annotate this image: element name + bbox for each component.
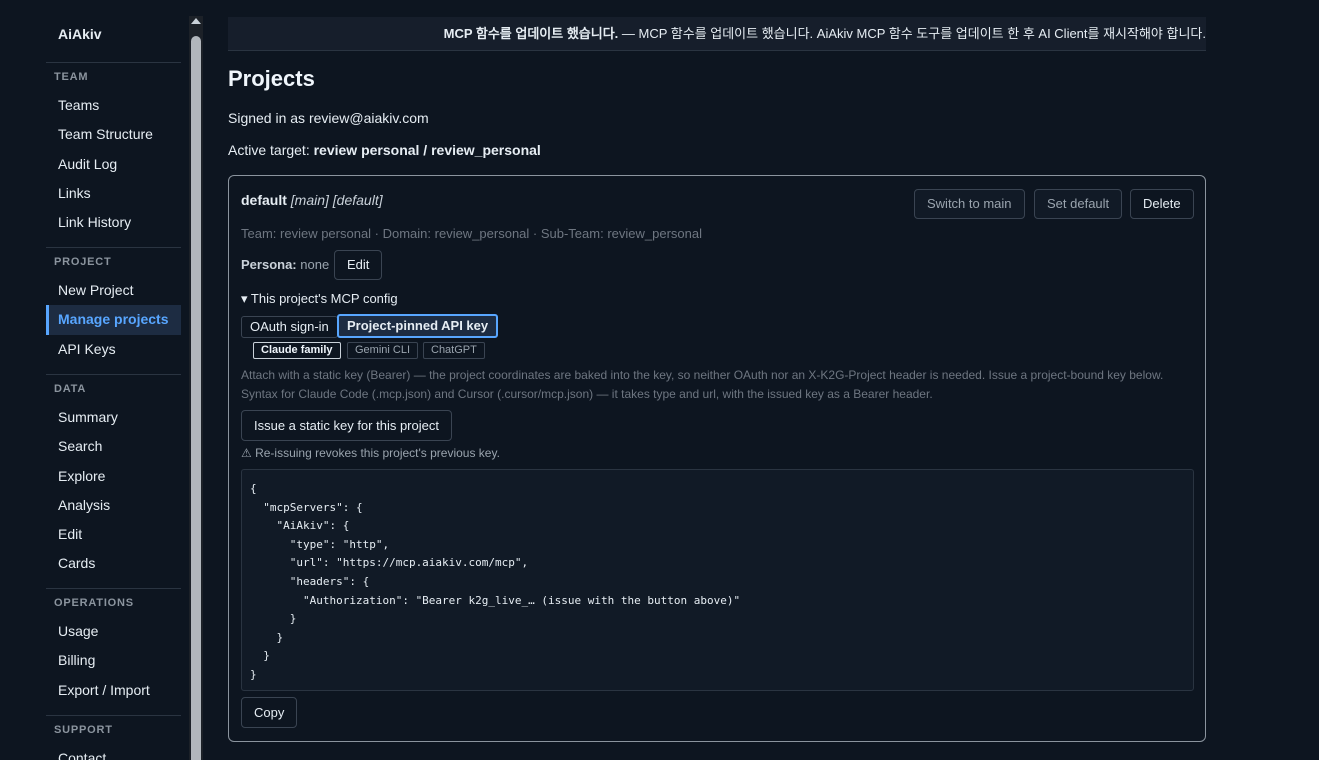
- sidebar-group-title: TEAM: [54, 71, 89, 83]
- banner-bold-text: MCP 함수를 업데이트 했습니다.: [443, 26, 619, 41]
- sidebar-group-team: TEAM Teams Team Structure Audit Log Link…: [46, 62, 181, 237]
- sidebar-item-new-project[interactable]: New Project: [46, 276, 181, 305]
- reissue-warning: ⚠ Re-issuing revokes this project's prev…: [241, 446, 500, 460]
- persona-edit-button[interactable]: Edit: [334, 250, 383, 280]
- signed-in-text: Signed in as review@aiakiv.com: [228, 110, 429, 126]
- update-banner: MCP 함수를 업데이트 했습니다. — MCP 함수를 업데이트 했습니다. …: [228, 17, 1206, 51]
- sidebar-group-title: PROJECT: [54, 256, 112, 268]
- sidebar-group-support: SUPPORT Contact: [46, 715, 181, 760]
- mcp-config-code-block[interactable]: { "mcpServers": { "AiAkiv": { "type": "h…: [241, 469, 1194, 691]
- sidebar: AiAkiv TEAM Teams Team Structure Audit L…: [46, 16, 181, 760]
- sidebar-item-team-structure[interactable]: Team Structure: [46, 120, 181, 149]
- active-target-value: review personal / review_personal: [313, 142, 541, 158]
- project-header: default [main] [default]: [241, 192, 383, 208]
- issue-static-key-button[interactable]: Issue a static key for this project: [241, 410, 452, 441]
- sidebar-group-title: OPERATIONS: [54, 597, 134, 609]
- sidebar-item-search[interactable]: Search: [46, 432, 181, 461]
- sidebar-group-title: DATA: [54, 383, 87, 395]
- subtab-claude-family[interactable]: Claude family: [253, 342, 341, 359]
- project-meta: Team: review personal · Domain: review_p…: [241, 226, 702, 241]
- sidebar-item-export-import[interactable]: Export / Import: [46, 676, 181, 705]
- scroll-up-arrow-icon[interactable]: [191, 18, 201, 24]
- sidebar-item-audit-log[interactable]: Audit Log: [46, 150, 181, 179]
- project-tags: [main] [default]: [290, 192, 383, 208]
- tab-oauth-sign-in[interactable]: OAuth sign-in: [241, 316, 338, 338]
- sidebar-item-usage[interactable]: Usage: [46, 617, 181, 646]
- set-default-button[interactable]: Set default: [1034, 189, 1123, 219]
- project-name: default: [241, 192, 287, 208]
- sidebar-group-title: SUPPORT: [54, 724, 113, 736]
- banner-text: — MCP 함수를 업데이트 했습니다. AiAkiv MCP 함수 도구를 업…: [618, 26, 1206, 41]
- persona-label: Persona:: [241, 257, 297, 272]
- project-card: default [main] [default] Switch to main …: [228, 175, 1206, 742]
- subtab-chatgpt[interactable]: ChatGPT: [423, 342, 485, 359]
- sidebar-item-billing[interactable]: Billing: [46, 646, 181, 675]
- brand-logo[interactable]: AiAkiv: [58, 26, 102, 42]
- sidebar-group-data: DATA Summary Search Explore Analysis Edi…: [46, 374, 181, 579]
- sidebar-item-manage-projects[interactable]: Manage projects: [46, 305, 181, 335]
- tab-project-pinned-api-key[interactable]: Project-pinned API key: [337, 314, 499, 338]
- sidebar-item-link-history[interactable]: Link History: [46, 208, 181, 237]
- sidebar-group-project: PROJECT New Project Manage projects API …: [46, 247, 181, 364]
- mcp-config-toggle[interactable]: ▾ This project's MCP config: [241, 291, 398, 307]
- sidebar-item-contact[interactable]: Contact: [46, 744, 181, 760]
- sidebar-item-edit[interactable]: Edit: [46, 520, 181, 549]
- sidebar-item-teams[interactable]: Teams: [46, 91, 181, 120]
- sidebar-scrollbar[interactable]: [189, 16, 203, 760]
- sidebar-item-summary[interactable]: Summary: [46, 403, 181, 432]
- active-target: Active target: review personal / review_…: [228, 142, 541, 158]
- switch-to-main-button[interactable]: Switch to main: [914, 189, 1025, 219]
- sidebar-group-operations: OPERATIONS Usage Billing Export / Import: [46, 588, 181, 705]
- sidebar-item-links[interactable]: Links: [46, 179, 181, 208]
- active-target-label: Active target:: [228, 142, 314, 158]
- delete-button[interactable]: Delete: [1130, 189, 1194, 219]
- sidebar-item-analysis[interactable]: Analysis: [46, 491, 181, 520]
- page-title: Projects: [228, 66, 315, 91]
- key-description: Attach with a static key (Bearer) — the …: [241, 368, 1164, 401]
- sidebar-item-api-keys[interactable]: API Keys: [46, 335, 181, 364]
- sidebar-item-explore[interactable]: Explore: [46, 462, 181, 491]
- sidebar-item-cards[interactable]: Cards: [46, 549, 181, 578]
- persona-value: none: [296, 257, 330, 272]
- scroll-thumb[interactable]: [191, 36, 201, 760]
- subtab-gemini-cli[interactable]: Gemini CLI: [347, 342, 419, 359]
- copy-button[interactable]: Copy: [241, 697, 298, 728]
- persona-row: Persona: none: [241, 257, 329, 272]
